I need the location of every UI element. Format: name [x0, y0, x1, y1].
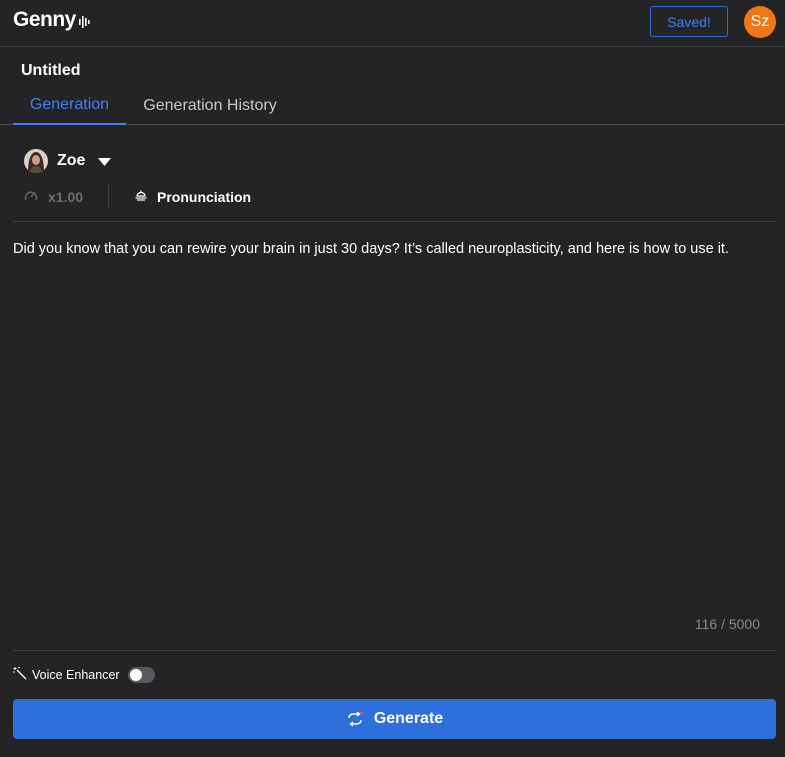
generate-label: Generate [374, 710, 443, 728]
pronunciation-button[interactable]: Pronunciation [134, 184, 251, 210]
top-bar: Genny Saved! Sz [0, 0, 785, 47]
saved-button[interactable]: Saved! [650, 6, 728, 37]
voice-selector[interactable]: Zoe [24, 148, 111, 174]
pronunciation-icon [134, 189, 148, 206]
toggle-knob [130, 669, 142, 681]
generate-button[interactable]: Generate [13, 699, 776, 739]
waveform-icon [79, 10, 91, 34]
character-counter: 116 / 5000 [660, 616, 760, 632]
tab-bar: Generation Generation History [0, 86, 785, 125]
document-title[interactable]: Untitled [21, 62, 81, 80]
magic-wand-icon [13, 666, 27, 685]
voice-enhancer-label: Voice Enhancer [32, 668, 120, 682]
voice-settings: x1.00 Pronunciation [24, 184, 83, 210]
speed-value: x1.00 [48, 189, 83, 205]
voice-enhancer: Voice Enhancer [13, 666, 155, 684]
voice-enhancer-toggle[interactable] [128, 667, 155, 683]
tab-generation[interactable]: Generation [13, 86, 126, 125]
caret-down-icon[interactable] [98, 153, 111, 171]
divider [13, 650, 776, 651]
regenerate-icon [346, 711, 364, 727]
divider [13, 221, 776, 222]
pronunciation-label: Pronunciation [157, 189, 251, 205]
logo[interactable]: Genny [13, 8, 91, 34]
voice-name: Zoe [57, 152, 85, 170]
logo-text: Genny [13, 8, 76, 32]
script-textarea[interactable]: Did you know that you can rewire your br… [13, 240, 778, 258]
tab-generation-history[interactable]: Generation History [130, 86, 290, 125]
voice-avatar [24, 149, 48, 173]
divider [108, 184, 109, 208]
user-avatar[interactable]: Sz [744, 6, 776, 38]
speedometer-icon [24, 189, 38, 206]
speed-control[interactable]: x1.00 [24, 189, 83, 206]
